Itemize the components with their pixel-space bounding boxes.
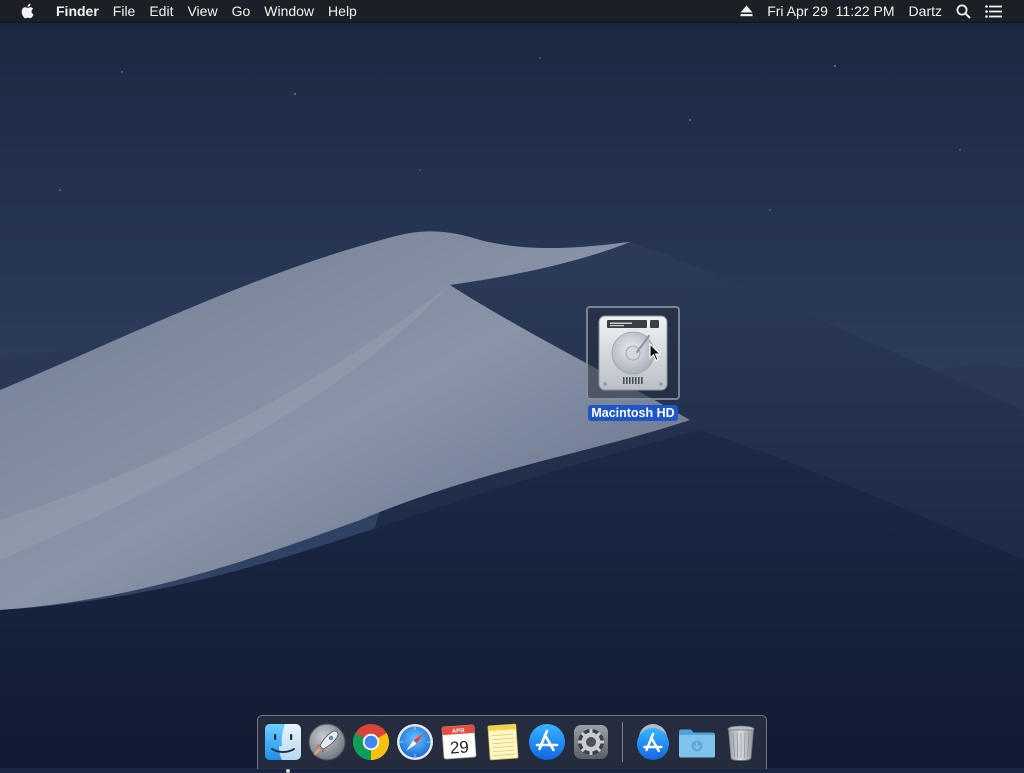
calendar-icon: APR 29 [441,724,477,760]
dock: APR 29 [257,715,767,773]
desktop-icon-macintosh-hd[interactable]: Macintosh HD [584,306,682,422]
dock-item-launchpad[interactable] [307,722,347,762]
apple-menu-icon[interactable] [20,3,34,19]
desktop-icon-selection-box [586,306,680,400]
dock-item-finder[interactable] [263,722,303,773]
spotlight-search-icon [956,4,971,19]
running-indicator [286,769,290,773]
menu-view[interactable]: View [180,0,224,22]
safari-icon [397,724,433,760]
dock-item-downloads-folder[interactable] [677,722,717,762]
notes-icon [487,723,519,761]
spotlight-button[interactable] [949,4,978,19]
menu-help[interactable]: Help [321,0,364,22]
dock-item-trash[interactable] [721,722,761,762]
dock-item-app-store[interactable] [527,722,567,762]
notification-center-button[interactable] [978,4,1024,18]
finder-icon [265,724,301,760]
menu-go[interactable]: Go [225,0,258,22]
system-preferences-icon [574,725,608,759]
menu-bar: Finder File Edit View Go Window Help Fri… [0,0,1024,22]
chrome-icon [352,724,390,760]
eject-icon [740,5,753,17]
dock-item-safari[interactable] [395,722,435,762]
dock-separator [622,722,623,762]
dock-item-notes[interactable] [483,722,523,762]
menu-app-finder[interactable]: Finder [44,0,106,22]
app-store-downloads-icon [637,724,669,760]
dock-item-chrome[interactable] [351,722,391,762]
calendar-day-label: 29 [449,737,469,757]
desktop-icon-label: Macintosh HD [588,405,678,421]
dock-item-app-store-downloads[interactable] [633,722,673,762]
downloads-folder-icon [679,729,715,758]
dock-item-calendar[interactable]: APR 29 [439,722,479,762]
menu-file[interactable]: File [106,0,143,22]
desktop-wallpaper [0,0,1024,768]
app-store-icon [529,724,565,760]
menu-user[interactable]: Dartz [902,0,949,22]
notification-center-icon [985,4,1002,18]
calendar-month-label: APR [452,728,466,735]
eject-menu[interactable] [733,5,760,17]
mouse-pointer-icon [649,343,661,362]
menu-clock[interactable]: Fri Apr 29 11:22 PM [760,0,901,22]
trash-icon [727,725,755,761]
menu-window[interactable]: Window [257,0,321,22]
dock-item-system-preferences[interactable] [571,722,611,762]
menu-edit[interactable]: Edit [142,0,180,22]
launchpad-icon [308,723,346,761]
